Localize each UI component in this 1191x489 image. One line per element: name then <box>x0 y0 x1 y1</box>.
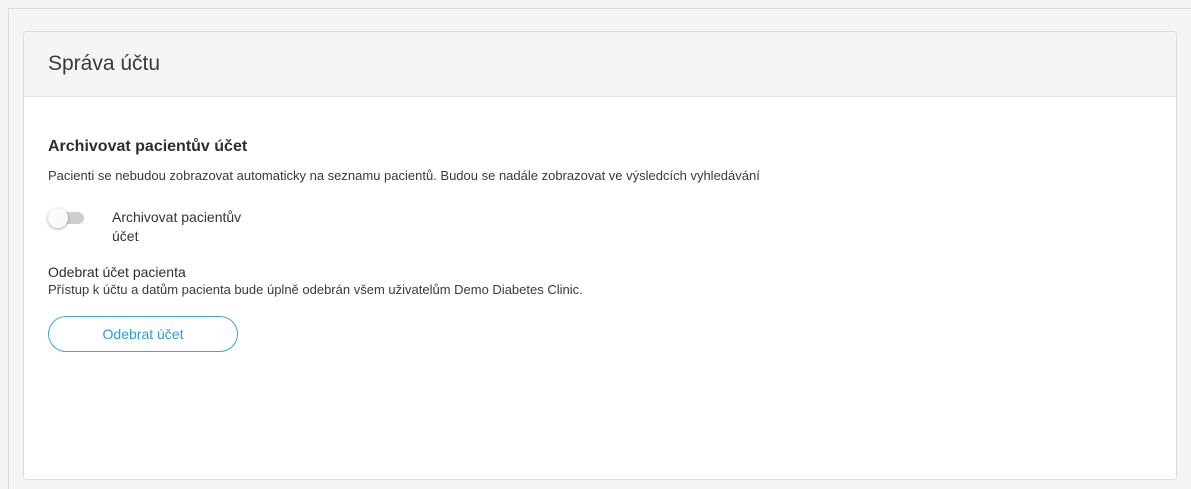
remove-account-button[interactable]: Odebrat účet <box>48 316 238 352</box>
archive-toggle-label: Archivovat pacientův účet <box>112 208 282 246</box>
remove-section-description: Přístup k účtu a datům pacienta bude úpl… <box>48 282 583 297</box>
account-management-card: Správa účtu Archivovat pacientův účet Pa… <box>23 31 1177 480</box>
archive-toggle[interactable] <box>48 208 84 228</box>
archive-toggle-label-line1: Archivovat pacientův <box>112 209 242 225</box>
archive-toggle-row: Archivovat pacientův účet <box>48 208 1176 246</box>
card-header: Správa účtu <box>24 32 1176 97</box>
archive-toggle-label-line2: účet <box>112 228 139 244</box>
archive-section-title: Archivovat pacientův účet <box>48 138 248 155</box>
archive-section-description: Pacienti se nebudou zobrazovat automatic… <box>48 168 760 183</box>
card-title: Správa účtu <box>48 52 161 75</box>
toggle-knob <box>48 208 68 228</box>
card-body: Archivovat pacientův účet Pacienti se ne… <box>24 97 1176 352</box>
remove-section-title: Odebrat účet pacienta <box>48 264 186 280</box>
